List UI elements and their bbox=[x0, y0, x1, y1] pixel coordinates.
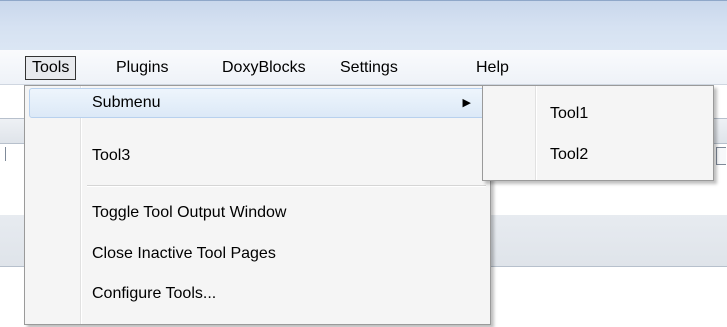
menu-help[interactable]: Help bbox=[470, 56, 515, 80]
menu-item-label: Tool2 bbox=[550, 146, 589, 163]
menu-item-label: Submenu bbox=[92, 94, 161, 111]
menu-tools[interactable]: Tools bbox=[25, 56, 77, 80]
submenu-item-tool2[interactable]: Tool2 bbox=[487, 140, 711, 170]
menu-item-submenu[interactable]: Submenu ▶ bbox=[29, 88, 486, 118]
menu-item-configure-tools[interactable]: Configure Tools... bbox=[29, 279, 486, 309]
triangle-right-icon: ▶ bbox=[462, 97, 471, 109]
menu-item-label: Configure Tools... bbox=[92, 285, 217, 302]
tools-dropdown-menu: Submenu ▶ Tool3 Toggle Tool Output Windo… bbox=[24, 85, 491, 325]
toolbar-button-icon[interactable] bbox=[716, 147, 726, 165]
menu-plugins[interactable]: Plugins bbox=[110, 56, 174, 80]
menu-doxyblocks[interactable]: DoxyBlocks bbox=[216, 56, 312, 80]
menu-item-label: Close Inactive Tool Pages bbox=[92, 245, 276, 262]
menu-item-label: Tool3 bbox=[92, 147, 131, 164]
menu-separator bbox=[87, 185, 486, 187]
menu-settings[interactable]: Settings bbox=[334, 56, 404, 80]
menu-item-tool3[interactable]: Tool3 bbox=[29, 141, 486, 171]
menu-item-close-inactive-tool-pages[interactable]: Close Inactive Tool Pages bbox=[29, 239, 486, 269]
toolbar-grip-icon bbox=[0, 147, 6, 161]
submenu-popup: Tool1 Tool2 bbox=[482, 85, 714, 181]
menu-bar: Tools Plugins DoxyBlocks Settings Help bbox=[0, 50, 727, 85]
menu-item-label: Toggle Tool Output Window bbox=[92, 204, 287, 221]
window-titlebar bbox=[0, 0, 727, 50]
menu-item-toggle-tool-output-window[interactable]: Toggle Tool Output Window bbox=[29, 198, 486, 228]
menu-item-label: Tool1 bbox=[550, 105, 589, 122]
submenu-item-tool1[interactable]: Tool1 bbox=[487, 99, 711, 129]
